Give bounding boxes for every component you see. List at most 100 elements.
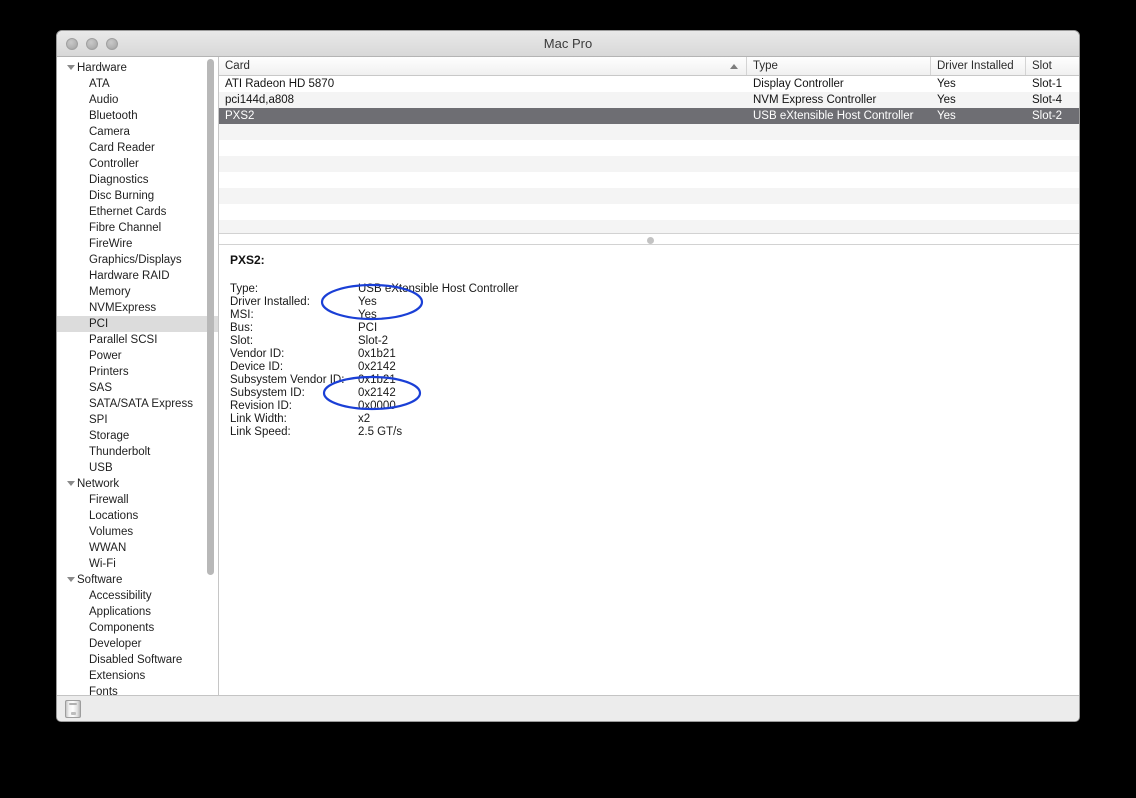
table-row[interactable]: PXS2 USB eXtensible Host Controller Yes Slo… xyxy=(219,108,1079,124)
sidebar-item-nvmexpress[interactable]: NVMExpress xyxy=(57,300,218,316)
table-row[interactable] xyxy=(219,140,1079,156)
sidebar-item-usb[interactable]: USB xyxy=(57,460,218,476)
sidebar-item-sata-sata-express[interactable]: SATA/SATA Express xyxy=(57,396,218,412)
sidebar-item-firewall[interactable]: Firewall xyxy=(57,492,218,508)
sidebar-item-label: NVMExpress xyxy=(89,302,157,314)
cell-type xyxy=(747,220,931,233)
sidebar-item-camera[interactable]: Camera xyxy=(57,124,218,140)
sidebar-item-label: SPI xyxy=(89,414,108,426)
sidebar-item-label: Bluetooth xyxy=(89,110,138,122)
sidebar-item-label: Graphics/Displays xyxy=(89,254,182,266)
sidebar-item-pci[interactable]: PCI xyxy=(57,316,218,332)
sidebar-item-spi[interactable]: SPI xyxy=(57,412,218,428)
column-header-slot[interactable]: Slot xyxy=(1026,57,1079,75)
sidebar-item-label: FireWire xyxy=(89,238,133,250)
sidebar-item-wi-fi[interactable]: Wi-Fi xyxy=(57,556,218,572)
sidebar-item-ata[interactable]: ATA xyxy=(57,76,218,92)
sidebar-item-hardware-raid[interactable]: Hardware RAID xyxy=(57,268,218,284)
sidebar: Hardware ATA Audio Bluetooth Camera Card Read… xyxy=(57,57,219,696)
detail-field-value: USB eXtensible Host Controller xyxy=(358,283,519,295)
sidebar-item-disabled-software[interactable]: Disabled Software xyxy=(57,652,218,668)
sidebar-item-label: Accessibility xyxy=(89,590,152,602)
cell-card xyxy=(219,172,747,188)
sidebar-item-ethernet-cards[interactable]: Ethernet Cards xyxy=(57,204,218,220)
disclosure-triangle-icon[interactable] xyxy=(67,577,75,582)
cell-card: PXS2 xyxy=(225,110,255,122)
window-titlebar[interactable]: Mac Pro xyxy=(57,31,1079,57)
cell-slot xyxy=(1026,204,1079,220)
sort-ascending-icon xyxy=(730,64,738,69)
cell-type xyxy=(747,188,931,204)
cell-card xyxy=(219,140,747,156)
detail-field-value: Slot-2 xyxy=(358,335,389,347)
card-table-body: ATI Radeon HD 5870 Display Controller Yes S… xyxy=(219,76,1079,233)
sidebar-item-controller[interactable]: Controller xyxy=(57,156,218,172)
sidebar-item-sas[interactable]: SAS xyxy=(57,380,218,396)
system-information-window: Mac Pro Hardware ATA Audio Bluetooth Camera C… xyxy=(56,30,1080,722)
sidebar-item-label: Applications xyxy=(89,606,152,618)
sidebar-item-wwan[interactable]: WWAN xyxy=(57,540,218,556)
sidebar-item-printers[interactable]: Printers xyxy=(57,364,218,380)
splitter-handle-icon[interactable] xyxy=(647,237,654,244)
table-row[interactable]: ATI Radeon HD 5870 Display Controller Yes S… xyxy=(219,76,1079,92)
cell-driver: Yes xyxy=(937,110,956,122)
sidebar-item-network[interactable]: Network xyxy=(57,476,218,492)
column-header-driver[interactable]: Driver Installed xyxy=(931,57,1026,75)
cell-slot xyxy=(1026,188,1079,204)
sidebar-item-accessibility[interactable]: Accessibility xyxy=(57,588,218,604)
column-header-label: Slot xyxy=(1032,60,1052,72)
status-bar xyxy=(57,695,1079,721)
sidebar-item-storage[interactable]: Storage xyxy=(57,428,218,444)
table-row[interactable] xyxy=(219,220,1079,233)
sidebar-item-bluetooth[interactable]: Bluetooth xyxy=(57,108,218,124)
card-table-header: Card Type Driver Installed Slot xyxy=(219,57,1079,76)
sidebar-item-disc-burning[interactable]: Disc Burning xyxy=(57,188,218,204)
detail-field-row: Vendor ID: 0x1b21 xyxy=(230,348,518,361)
sidebar-item-developer[interactable]: Developer xyxy=(57,636,218,652)
sidebar-item-power[interactable]: Power xyxy=(57,348,218,364)
sidebar-item-firewire[interactable]: FireWire xyxy=(57,236,218,252)
table-row[interactable] xyxy=(219,172,1079,188)
sidebar-item-software[interactable]: Software xyxy=(57,572,218,588)
table-row[interactable] xyxy=(219,188,1079,204)
sidebar-item-label: Locations xyxy=(89,510,139,522)
table-row[interactable] xyxy=(219,204,1079,220)
sidebar-item-parallel-scsi[interactable]: Parallel SCSI xyxy=(57,332,218,348)
sidebar-item-applications[interactable]: Applications xyxy=(57,604,218,620)
column-header-type[interactable]: Type xyxy=(747,57,931,75)
detail-field-key: Bus: xyxy=(230,322,254,334)
sidebar-item-label: Camera xyxy=(89,126,130,138)
sidebar-item-extensions[interactable]: Extensions xyxy=(57,668,218,684)
sidebar-scrollbar-thumb[interactable] xyxy=(207,59,214,575)
sidebar-item-audio[interactable]: Audio xyxy=(57,92,218,108)
cell-slot: Slot-4 xyxy=(1032,94,1063,106)
table-row[interactable] xyxy=(219,156,1079,172)
column-header-label: Driver Installed xyxy=(937,60,1014,72)
detail-field-key: Vendor ID: xyxy=(230,348,285,360)
disclosure-triangle-icon[interactable] xyxy=(67,481,75,486)
table-row[interactable] xyxy=(219,124,1079,140)
cell-card: ATI Radeon HD 5870 xyxy=(225,78,335,90)
sidebar-item-volumes[interactable]: Volumes xyxy=(57,524,218,540)
sidebar-item-graphics-displays[interactable]: Graphics/Displays xyxy=(57,252,218,268)
sidebar-item-label: Components xyxy=(89,622,155,634)
detail-field-value: 0x0000 xyxy=(358,400,396,412)
pane-splitter[interactable] xyxy=(219,233,1079,245)
disclosure-triangle-icon[interactable] xyxy=(67,65,75,70)
detail-field-row: Link Width: x2 xyxy=(230,413,518,426)
sidebar-item-memory[interactable]: Memory xyxy=(57,284,218,300)
detail-field-row: Link Speed: 2.5 GT/s xyxy=(230,426,518,439)
sidebar-item-label: Fibre Channel xyxy=(89,222,162,234)
sidebar-item-diagnostics[interactable]: Diagnostics xyxy=(57,172,218,188)
sidebar-item-hardware[interactable]: Hardware xyxy=(57,60,218,76)
sidebar-item-card-reader[interactable]: Card Reader xyxy=(57,140,218,156)
sidebar-item-components[interactable]: Components xyxy=(57,620,218,636)
sidebar-item-label: Disabled Software xyxy=(89,654,183,666)
sidebar-item-locations[interactable]: Locations xyxy=(57,508,218,524)
sidebar-item-thunderbolt[interactable]: Thunderbolt xyxy=(57,444,218,460)
cell-driver xyxy=(931,204,1026,220)
sidebar-item-label: Hardware RAID xyxy=(89,270,170,282)
table-row[interactable]: pci144d,a808 NVM Express Controller Yes Slo… xyxy=(219,92,1079,108)
sidebar-item-fibre-channel[interactable]: Fibre Channel xyxy=(57,220,218,236)
column-header-card[interactable]: Card xyxy=(219,57,747,75)
